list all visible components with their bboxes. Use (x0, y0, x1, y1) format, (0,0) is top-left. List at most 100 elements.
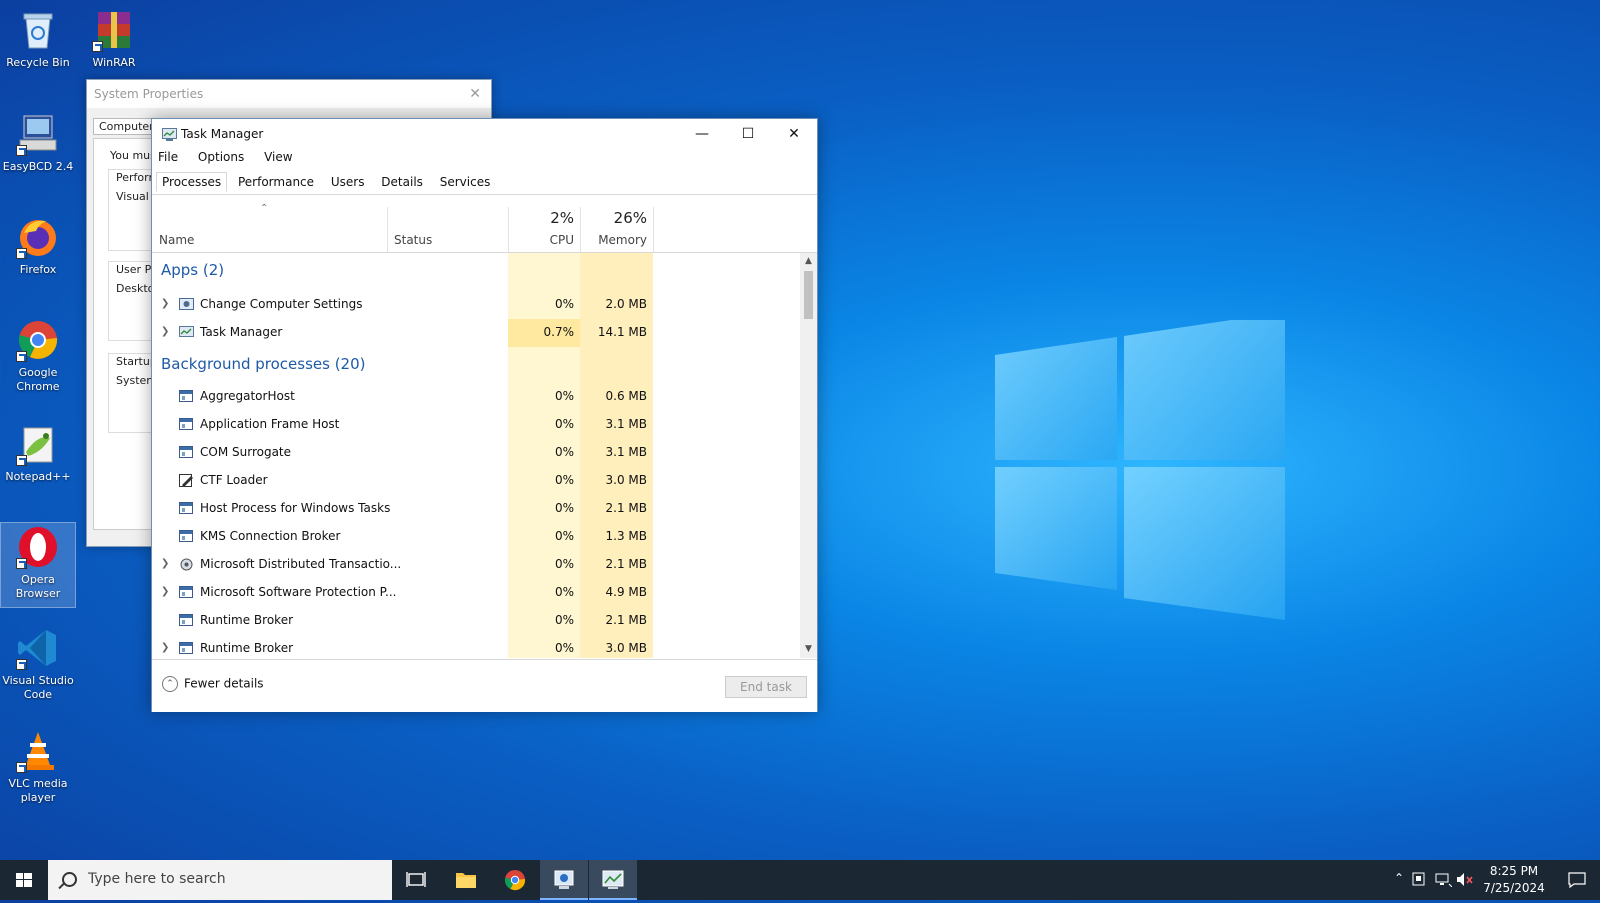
column-cpu[interactable]: 2% CPU (508, 195, 580, 252)
process-cpu: 0% (554, 445, 574, 459)
task-manager-icon (602, 870, 624, 889)
table-row[interactable]: AggregatorHost 0% 0.6 MB (152, 383, 792, 411)
chevron-right-icon[interactable]: ❯ (161, 326, 169, 337)
close-icon[interactable]: ✕ (469, 80, 481, 108)
vscode-icon (16, 626, 60, 670)
process-memory: 3.0 MB (605, 473, 647, 487)
chevron-right-icon[interactable]: ❯ (161, 298, 169, 309)
task-view-button[interactable] (392, 860, 440, 900)
process-cpu: 0% (554, 529, 574, 543)
process-memory: 3.1 MB (605, 417, 647, 431)
maximize-icon[interactable]: ☐ (725, 119, 771, 149)
winrar-icon (92, 8, 136, 52)
fewer-details-button[interactable]: ⌃ Fewer details (162, 676, 264, 692)
column-cpu-label: CPU (549, 233, 574, 247)
taskbar-task-manager[interactable] (589, 860, 637, 900)
scroll-up-icon[interactable]: ▲ (800, 253, 817, 270)
tab-services[interactable]: Services (434, 172, 497, 192)
menu-options[interactable]: Options (198, 150, 244, 164)
table-row[interactable]: Application Frame Host 0% 3.1 MB (152, 411, 792, 439)
process-name: Task Manager (200, 325, 283, 339)
desktop-icon-recycle-bin[interactable]: Recycle Bin (1, 8, 75, 70)
chevron-up-icon[interactable]: ⌃ (1394, 871, 1404, 885)
desktop-icon-easybcd[interactable]: EasyBCD 2.4 (1, 112, 75, 174)
column-status-label: Status (394, 233, 433, 247)
column-memory[interactable]: 26% Memory (580, 195, 653, 252)
taskbar-chrome[interactable] (491, 860, 539, 900)
system-tray: ⌃ (1388, 860, 1474, 900)
tab-performance[interactable]: Performance (232, 172, 320, 192)
chrome-icon (16, 318, 60, 362)
system-properties-icon (554, 870, 574, 889)
process-memory: 2.1 MB (605, 501, 647, 515)
ctf-loader-icon (179, 474, 194, 487)
process-memory: 2.0 MB (605, 297, 647, 311)
window-app-icon (179, 530, 194, 543)
network-icon[interactable] (1434, 872, 1452, 887)
process-memory: 0.6 MB (605, 389, 647, 403)
desktop-icon-notepadpp[interactable]: Notepad++ (1, 422, 75, 484)
vertical-scrollbar[interactable]: ▲ ▼ (800, 253, 817, 658)
column-name[interactable]: ⌃ Name (152, 195, 387, 252)
easybcd-icon (16, 112, 60, 156)
process-cpu: 0.7% (543, 325, 575, 339)
end-task-button[interactable]: End task (725, 676, 807, 698)
clock[interactable]: 8:25 PM 7/25/2024 (1474, 863, 1554, 897)
clock-time: 8:25 PM (1489, 864, 1539, 878)
column-status[interactable]: Status (388, 195, 508, 252)
process-name: Microsoft Software Protection P... (200, 585, 397, 599)
task-manager-window[interactable]: Task Manager — ☐ ✕ File Options View Pro… (151, 118, 818, 712)
chevron-right-icon[interactable]: ❯ (161, 558, 169, 569)
close-icon[interactable]: ✕ (771, 119, 817, 149)
keyboard-icon[interactable] (1412, 872, 1426, 887)
window-app-icon (179, 390, 194, 403)
table-row[interactable]: ❯ Microsoft Software Protection P... 0% … (152, 579, 792, 607)
scrollbar-thumb[interactable] (804, 271, 813, 319)
desktop-icon-vlc[interactable]: VLC media player (1, 729, 75, 805)
chevron-right-icon[interactable]: ❯ (161, 586, 169, 597)
opera-icon (16, 525, 60, 569)
taskbar-file-explorer[interactable] (442, 860, 490, 900)
table-row[interactable]: Runtime Broker 0% 2.1 MB (152, 607, 792, 635)
table-row[interactable]: ❯ Task Manager 0.7% 14.1 MB (152, 319, 792, 347)
taskbar-system-properties[interactable] (540, 860, 588, 900)
process-list[interactable]: Apps (2) ❯ Change Computer Settings 0% 2… (152, 253, 817, 658)
action-center-button[interactable] (1556, 860, 1600, 900)
search-box[interactable]: Type here to search (48, 860, 392, 900)
process-name: AggregatorHost (200, 389, 295, 403)
chevron-right-icon[interactable]: ❯ (161, 642, 169, 653)
distributed-transaction-icon (179, 558, 194, 571)
table-row[interactable]: COM Surrogate 0% 3.1 MB (152, 439, 792, 467)
volume-muted-icon[interactable] (1456, 872, 1474, 887)
scroll-down-icon[interactable]: ▼ (800, 641, 817, 658)
desktop-icon-vscode[interactable]: Visual Studio Code (1, 626, 75, 702)
tab-users[interactable]: Users (325, 172, 371, 192)
table-row[interactable]: ❯ Change Computer Settings 0% 2.0 MB (152, 291, 792, 319)
menu-view[interactable]: View (264, 150, 292, 164)
table-row[interactable]: ❯ Runtime Broker 0% 3.0 MB (152, 635, 792, 658)
process-name: KMS Connection Broker (200, 529, 341, 543)
desktop-icon-winrar[interactable]: WinRAR (77, 8, 151, 70)
desktop-icon-firefox[interactable]: Firefox (1, 215, 75, 277)
table-row[interactable]: CTF Loader 0% 3.0 MB (152, 467, 792, 495)
task-manager-titlebar[interactable]: Task Manager — ☐ ✕ (152, 119, 817, 149)
start-button[interactable] (0, 860, 48, 900)
firefox-icon (16, 215, 60, 259)
menu-bar: File Options View (158, 150, 309, 170)
process-name: COM Surrogate (200, 445, 292, 459)
table-row[interactable]: KMS Connection Broker 0% 1.3 MB (152, 523, 792, 551)
table-row[interactable]: Host Process for Windows Tasks 0% 2.1 MB (152, 495, 792, 523)
desktop-icon-label: WinRAR (92, 56, 136, 69)
process-name: Host Process for Windows Tasks (200, 501, 391, 515)
user-profiles-label: User Pr (116, 263, 156, 276)
menu-file[interactable]: File (158, 150, 178, 164)
desktop-icon-opera[interactable]: Opera Browser (0, 522, 76, 608)
desktop-icon-chrome[interactable]: Google Chrome (1, 318, 75, 394)
table-row[interactable]: ❯ Microsoft Distributed Transactio... 0%… (152, 551, 792, 579)
windows-logo-wallpaper (995, 320, 1285, 620)
minimize-icon[interactable]: — (679, 119, 725, 149)
window-app-icon (179, 614, 194, 627)
tab-processes[interactable]: Processes (156, 172, 228, 192)
tab-details[interactable]: Details (375, 172, 429, 192)
system-properties-titlebar[interactable]: System Properties ✕ (87, 80, 491, 108)
